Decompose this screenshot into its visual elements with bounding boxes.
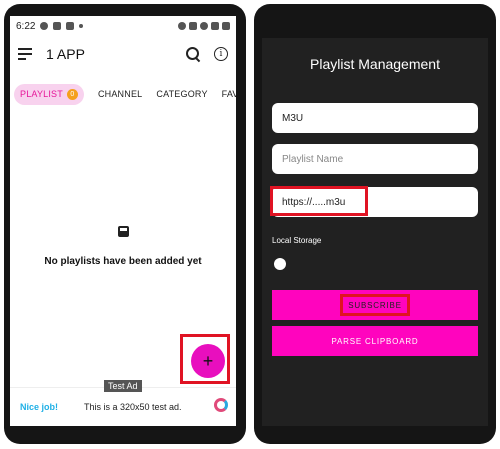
empty-message: No playlists have been added yet: [44, 256, 202, 267]
playlist-type-field[interactable]: M3U: [272, 103, 478, 133]
ad-text: This is a 320x50 test ad.: [84, 402, 182, 412]
status-bar: 6:22: [10, 16, 236, 36]
test-ad-tag: Test Ad: [104, 380, 142, 392]
local-storage-toggle[interactable]: [274, 258, 286, 270]
playlist-name-input[interactable]: Playlist Name: [272, 144, 478, 174]
search-icon[interactable]: [186, 47, 200, 61]
info-icon[interactable]: i: [214, 47, 228, 61]
tab-favorites[interactable]: FAVORITES: [222, 89, 236, 99]
local-storage-label: Local Storage: [272, 236, 322, 245]
wifi-icon: [200, 22, 208, 30]
tab-channel[interactable]: CHANNEL: [98, 89, 142, 99]
notification-icon: [40, 22, 49, 30]
tab-playlist[interactable]: PLAYLIST 0: [14, 83, 84, 105]
parse-clipboard-button[interactable]: PARSE CLIPBOARD: [272, 326, 478, 356]
tab-bar: PLAYLIST 0 CHANNEL CATEGORY FAVORITES: [10, 72, 236, 108]
status-time: 6:22: [16, 20, 36, 32]
battery-icon: [222, 22, 230, 30]
notification-icon: [53, 22, 62, 30]
subscribe-highlight-box: [340, 294, 410, 316]
app-bar: 1 APP i: [10, 36, 236, 72]
inbox-icon: [117, 226, 129, 237]
alarm-icon: [178, 22, 186, 30]
playlist-screen: 6:22 1 APP i PLAYLIST 0 CHANNEL CATEGORY…: [10, 16, 236, 426]
vibrate-icon: [189, 22, 197, 30]
url-highlight-box: [270, 186, 368, 216]
empty-state: No playlists have been added yet: [10, 224, 236, 267]
playlist-count-badge: 0: [66, 88, 78, 100]
notification-dot-icon: [79, 24, 84, 28]
tab-label: PLAYLIST: [20, 89, 63, 99]
menu-icon[interactable]: [18, 48, 32, 60]
add-playlist-button[interactable]: +: [191, 344, 225, 378]
page-title: Playlist Management: [310, 56, 440, 72]
app-title: 1 APP: [46, 46, 85, 62]
notification-icon: [66, 22, 75, 30]
playlist-management-screen: Playlist Management M3U Playlist Name ht…: [262, 38, 488, 426]
signal-icon: [211, 22, 219, 30]
tab-category[interactable]: CATEGORY: [156, 89, 207, 99]
ad-logo-icon: [214, 398, 228, 412]
ad-brand: Nice job!: [20, 402, 59, 412]
ad-banner[interactable]: Test Ad Nice job! This is a 320x50 test …: [10, 380, 236, 426]
